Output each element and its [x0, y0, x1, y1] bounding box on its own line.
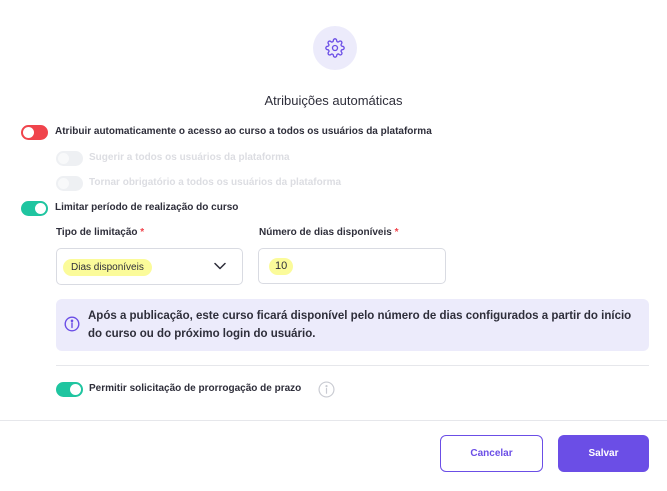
- help-info-icon[interactable]: [318, 381, 335, 398]
- toggle-knob: [58, 178, 69, 189]
- toggle-knob: [58, 153, 69, 164]
- required-mark: *: [140, 227, 145, 238]
- limit-type-label-text: Tipo de limitação: [56, 227, 138, 238]
- modal-title: Atribuições automáticas: [264, 93, 403, 108]
- auto-access-toggle[interactable]: [21, 125, 48, 140]
- section-divider: [56, 365, 649, 366]
- make-mandatory-label: Tornar obrigatório a todos os usuários d…: [89, 177, 342, 188]
- settings-badge: [313, 26, 357, 70]
- days-available-input[interactable]: 10: [258, 248, 446, 284]
- chevron-down-icon: [214, 262, 226, 270]
- toggle-knob: [70, 384, 81, 395]
- suggest-all-toggle: [56, 151, 83, 166]
- allow-extension-label: Permitir solicitação de prorrogação de p…: [89, 383, 302, 394]
- days-available-label-text: Número de dias disponíveis: [259, 227, 392, 238]
- days-available-value: 10: [269, 258, 294, 275]
- info-banner: Após a publicação, este curso ficará dis…: [56, 299, 649, 351]
- days-available-label: Número de dias disponíveis *: [259, 227, 399, 238]
- limit-type-label: Tipo de limitação *: [56, 227, 144, 238]
- toggle-knob: [23, 127, 34, 138]
- auto-access-label: Atribuir automaticamente o acesso ao cur…: [55, 126, 432, 137]
- required-mark: *: [394, 227, 399, 238]
- limit-period-toggle[interactable]: [21, 201, 48, 216]
- limit-period-label: Limitar período de realização do curso: [55, 202, 239, 213]
- suggest-all-label: Sugerir a todos os usuários da plataform…: [89, 152, 290, 163]
- make-mandatory-toggle: [56, 176, 83, 191]
- allow-extension-toggle[interactable]: [56, 382, 83, 397]
- toggle-knob: [35, 203, 46, 214]
- gear-icon: [325, 38, 345, 58]
- cancel-button[interactable]: Cancelar: [440, 435, 543, 472]
- footer-divider: [0, 420, 667, 421]
- limit-type-value: Dias disponíveis: [63, 259, 152, 276]
- save-button[interactable]: Salvar: [558, 435, 649, 472]
- info-text: Após a publicação, este curso ficará dis…: [88, 310, 632, 340]
- info-icon: [64, 316, 80, 332]
- limit-type-select[interactable]: Dias disponíveis: [56, 248, 243, 285]
